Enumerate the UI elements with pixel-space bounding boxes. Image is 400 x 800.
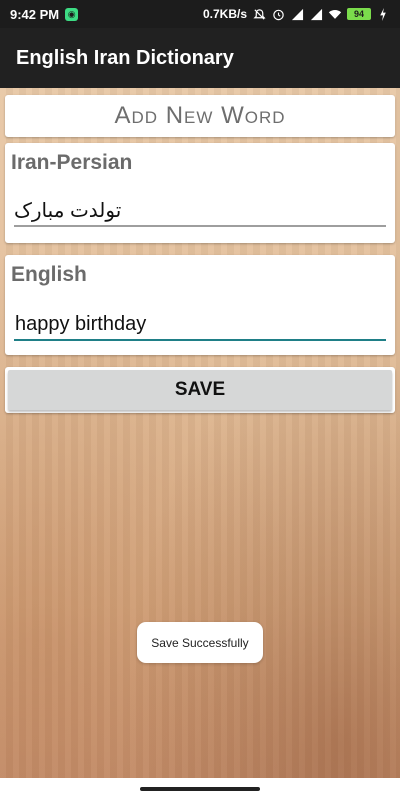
persian-input[interactable]: تولدت مبارک	[14, 195, 386, 227]
form-heading: Add New Word	[114, 102, 286, 129]
english-input[interactable]: happy birthday	[14, 309, 386, 341]
main-content: Add New Word Iran-Persian تولدت مبارک En…	[0, 88, 400, 778]
status-bar: 9:42 PM ◉ 0.7KB/s 94	[0, 0, 400, 28]
navigation-bar	[0, 778, 400, 800]
battery-icon: 94	[347, 8, 371, 20]
toast-message: Save Successfully	[137, 622, 263, 663]
save-card: SAVE	[5, 367, 395, 413]
form-heading-card: Add New Word	[5, 95, 395, 137]
signal-icon	[309, 7, 323, 21]
english-field-label: English	[11, 263, 87, 286]
app-title: English Iran Dictionary	[16, 46, 234, 69]
persian-field-label: Iran-Persian	[11, 151, 133, 174]
alarm-icon	[271, 7, 285, 21]
app-notification-icon: ◉	[65, 7, 79, 21]
home-gesture-handle[interactable]	[140, 787, 260, 791]
mute-icon	[252, 7, 266, 21]
save-button[interactable]: SAVE	[8, 370, 392, 410]
english-field-card: English happy birthday	[5, 255, 395, 355]
status-time: 9:42 PM	[10, 6, 60, 22]
wifi-icon	[328, 7, 342, 21]
charging-icon	[376, 7, 390, 21]
signal-icon	[290, 7, 304, 21]
persian-field-card: Iran-Persian تولدت مبارک	[5, 143, 395, 243]
app-bar: English Iran Dictionary	[0, 28, 400, 88]
network-speed: 0.7KB/s	[202, 7, 247, 21]
